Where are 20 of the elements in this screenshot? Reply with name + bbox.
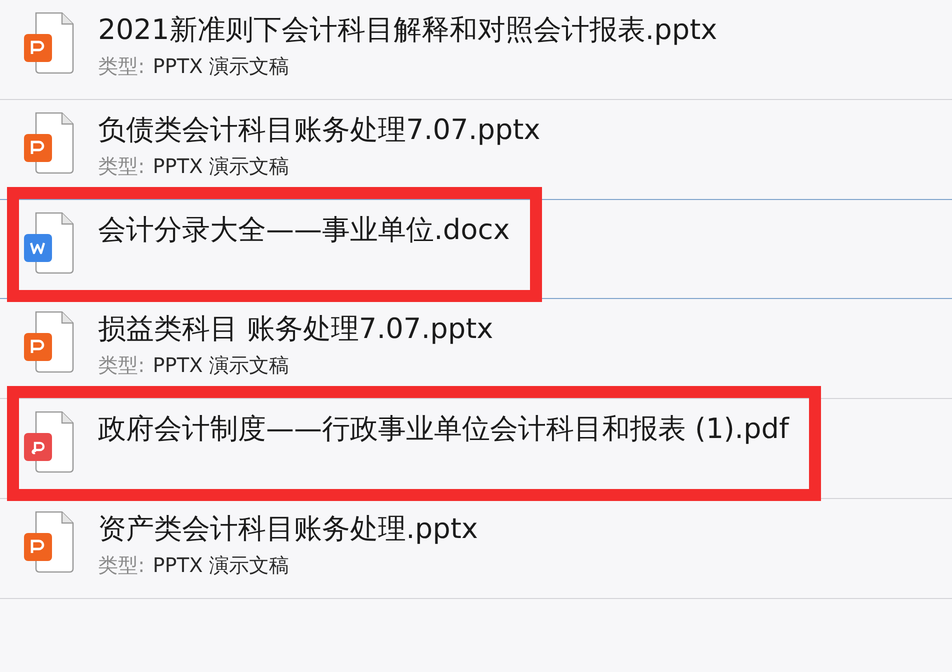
type-label: 类型: bbox=[98, 352, 145, 379]
pdf-file-icon bbox=[24, 411, 76, 473]
type-label: 类型: bbox=[98, 153, 145, 180]
type-value: PPTX 演示文稿 bbox=[152, 552, 290, 579]
docx-file-icon bbox=[24, 212, 76, 274]
file-name[interactable]: 损益类科目 账务处理7.07.pptx bbox=[98, 311, 494, 347]
file-name[interactable]: 2021新准则下会计科目解释和对照会计报表.pptx bbox=[98, 12, 718, 48]
pptx-file-icon bbox=[24, 12, 76, 74]
type-value: PPTX 演示文稿 bbox=[152, 153, 290, 180]
pptx-file-icon bbox=[24, 112, 76, 174]
type-value: PPTX 演示文稿 bbox=[152, 53, 290, 80]
pptx-file-icon bbox=[24, 311, 76, 373]
type-label: 类型: bbox=[98, 552, 145, 579]
file-name[interactable]: 会计分录大全——事业单位.docx bbox=[98, 212, 510, 248]
type-value: PPTX 演示文稿 bbox=[152, 352, 290, 379]
type-label: 类型: bbox=[98, 53, 145, 80]
file-name[interactable]: 政府会计制度——行政事业单位会计科目和报表 (1).pdf bbox=[98, 411, 789, 447]
file-name[interactable]: 资产类会计科目账务处理.pptx bbox=[98, 511, 478, 547]
file-name[interactable]: 负债类会计科目账务处理7.07.pptx bbox=[98, 112, 540, 148]
pptx-file-icon bbox=[24, 511, 76, 573]
